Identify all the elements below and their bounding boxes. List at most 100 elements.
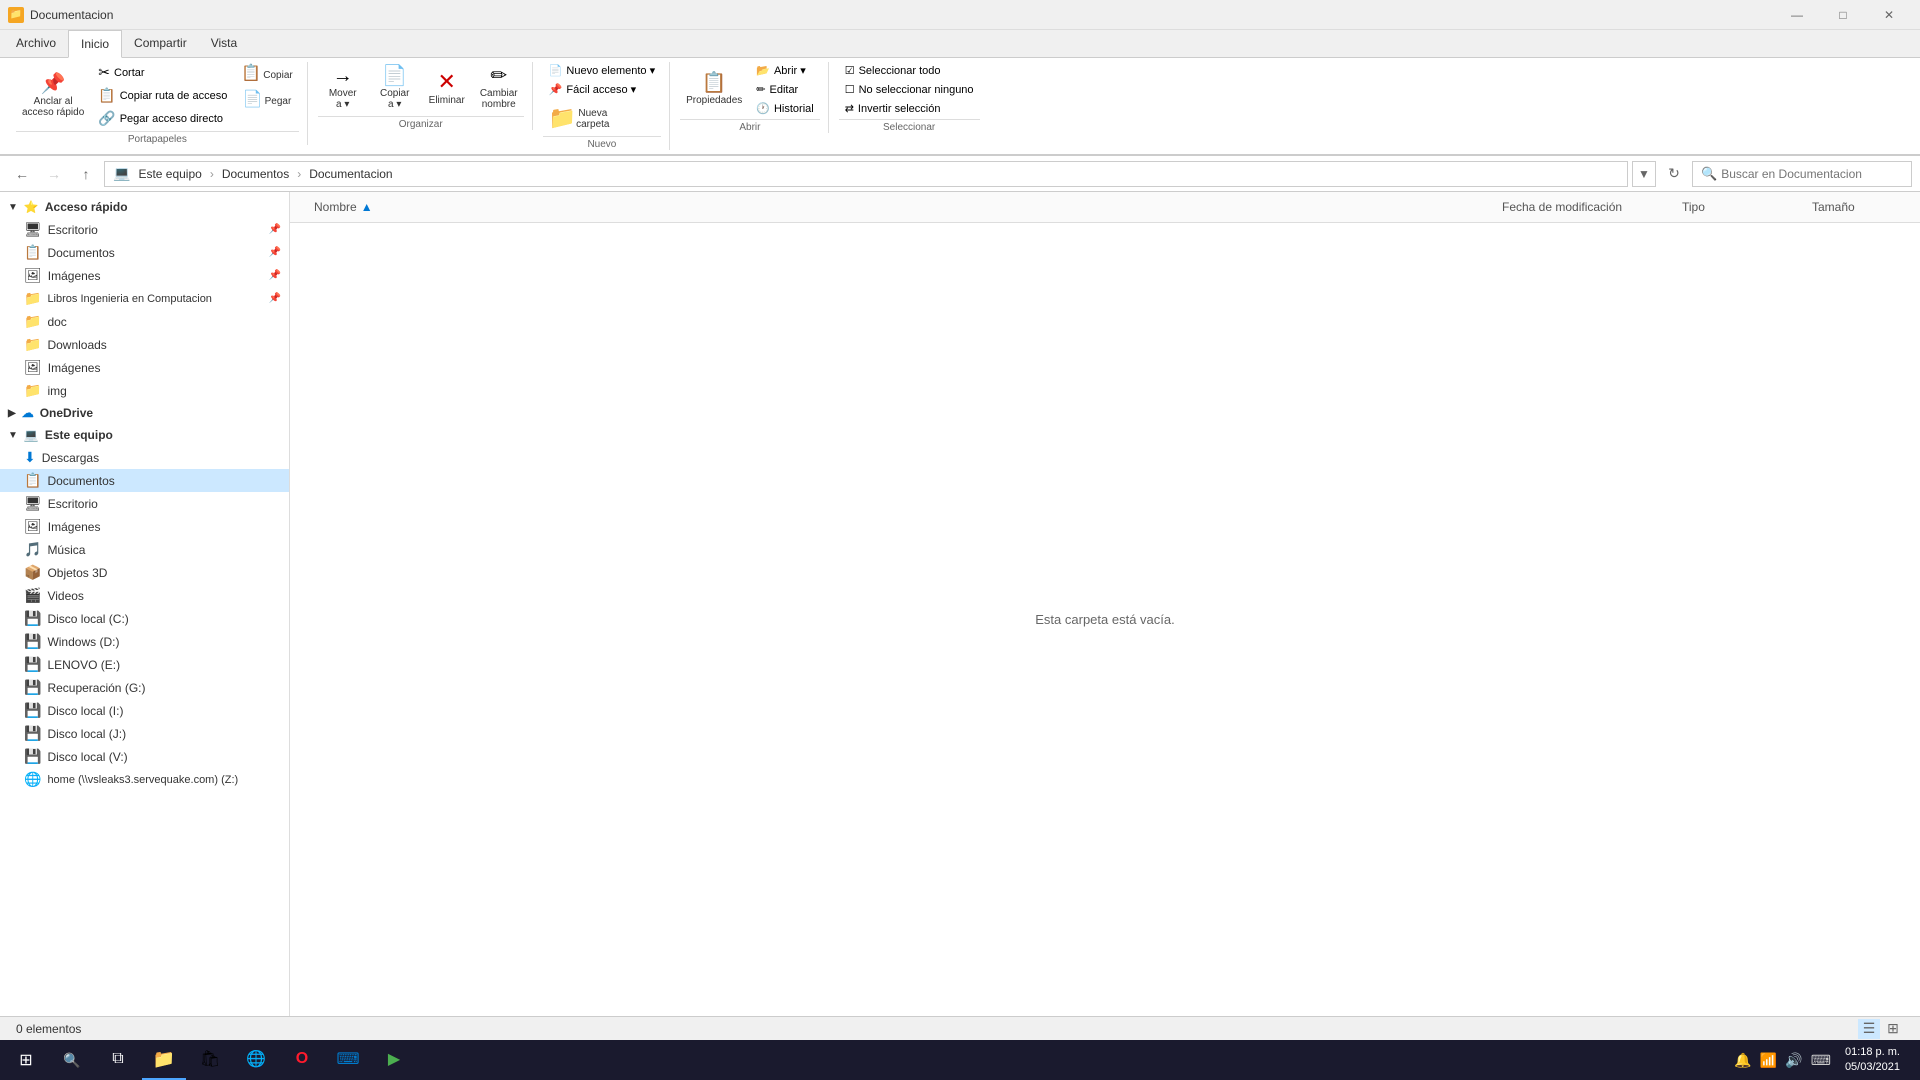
- col-header-tamano[interactable]: Tamaño: [1804, 196, 1904, 218]
- col-header-fecha[interactable]: Fecha de modificación: [1494, 196, 1674, 218]
- folder-icon: 📁: [24, 336, 41, 353]
- disco-i-icon: 💾: [24, 702, 41, 719]
- rename-button[interactable]: ✏ Cambiarnombre: [474, 62, 524, 114]
- history-button[interactable]: 🕐 Historial: [750, 100, 819, 117]
- sidebar-item-escritorio-pinned[interactable]: 🖥 Escritorio 📌: [0, 218, 289, 241]
- chevron-down-icon: ▼: [8, 430, 18, 441]
- sidebar-item-disco-v[interactable]: 💾 Disco local (V:): [0, 745, 289, 768]
- sidebar-item-downloads[interactable]: 📁 Downloads: [0, 333, 289, 356]
- edit-button[interactable]: ✏ Editar: [750, 81, 819, 98]
- sidebar-item-doc[interactable]: 📁 doc: [0, 310, 289, 333]
- copy-path-button[interactable]: 📋 Copiar ruta de acceso: [92, 85, 233, 106]
- search-box[interactable]: 🔍: [1692, 161, 1912, 187]
- sidebar-item-windows-d[interactable]: 💾 Windows (D:): [0, 630, 289, 653]
- lenovo-e-icon: 💾: [24, 656, 41, 673]
- sidebar-item-objetos3d[interactable]: 📦 Objetos 3D: [0, 561, 289, 584]
- col-header-tipo[interactable]: Tipo: [1674, 196, 1804, 218]
- sidebar-item-escritorio-eq[interactable]: 🖥 Escritorio: [0, 492, 289, 515]
- sidebar-item-imagenes-eq[interactable]: 🖼 Imágenes: [0, 515, 289, 538]
- copy-to-button[interactable]: 📄 Copiara ▾: [370, 62, 420, 114]
- properties-button[interactable]: 📋 Propiedades: [680, 62, 748, 117]
- sidebar-item-musica[interactable]: 🎵 Música: [0, 538, 289, 561]
- task-view-button[interactable]: ⧉: [96, 1040, 140, 1080]
- pin-quick-access-button[interactable]: 📌 Anclar alacceso rápido: [16, 62, 90, 129]
- paste-button[interactable]: 📄 Pegar: [237, 88, 298, 112]
- move-button[interactable]: → Movera ▾: [318, 62, 368, 114]
- copy-to-icon: 📄: [382, 66, 407, 86]
- easy-access-button[interactable]: 📌 Fácil acceso ▾: [543, 81, 642, 98]
- tab-archivo[interactable]: Archivo: [4, 30, 68, 57]
- sidebar-item-documentos-pinned[interactable]: 📋 Documentos 📌: [0, 241, 289, 264]
- vscode-taskbar-button[interactable]: ⌨: [326, 1040, 370, 1080]
- windows-icon: ⊞: [19, 1050, 32, 1070]
- ribbon-group-buttons-nuevo: 📄 Nuevo elemento ▾ 📌 Fácil acceso ▾ 📁 Nu…: [543, 62, 661, 134]
- select-all-button[interactable]: ☑ Seleccionar todo: [839, 62, 980, 79]
- address-dropdown-button[interactable]: ▼: [1632, 161, 1656, 187]
- taskbar-clock[interactable]: 01:18 p. m. 05/03/2021: [1837, 1045, 1908, 1076]
- select-none-button[interactable]: ☐ No seleccionar ninguno: [839, 81, 980, 98]
- path-segment-equipo[interactable]: Este equipo: [134, 165, 205, 183]
- new-element-button[interactable]: 📄 Nuevo elemento ▾: [543, 62, 661, 79]
- path-segment-documentacion[interactable]: Documentacion: [305, 165, 396, 183]
- sidebar-item-documentos-eq[interactable]: 📋 Documentos: [0, 469, 289, 492]
- delete-button[interactable]: ✕ Eliminar: [422, 62, 472, 114]
- path-segment-documentos[interactable]: Documentos: [218, 165, 293, 183]
- tray-icon-2[interactable]: 📶: [1758, 1050, 1779, 1071]
- tab-inicio[interactable]: Inicio: [68, 30, 122, 58]
- este-equipo-label: Este equipo: [45, 428, 113, 442]
- taskbar-search-button[interactable]: 🔍: [50, 1040, 94, 1080]
- sidebar-item-disco-j[interactable]: 💾 Disco local (J:): [0, 722, 289, 745]
- clock-date: 05/03/2021: [1845, 1060, 1900, 1075]
- back-button[interactable]: ←: [8, 160, 36, 188]
- edge-taskbar-button[interactable]: 🌐: [234, 1040, 278, 1080]
- new-folder-button[interactable]: 📁 Nuevacarpeta: [543, 102, 616, 134]
- tray-icon-1[interactable]: 🔔: [1732, 1050, 1753, 1071]
- sidebar-section-este-equipo[interactable]: ▼ 💻 Este equipo: [0, 424, 289, 446]
- col-header-nombre[interactable]: Nombre ▲: [306, 196, 1494, 218]
- address-path[interactable]: 💻 Este equipo › Documentos › Documentaci…: [104, 161, 1628, 187]
- sidebar-item-recuperacion-g[interactable]: 💾 Recuperación (G:): [0, 676, 289, 699]
- paste-shortcut-button[interactable]: 🔗 Pegar acceso directo: [92, 108, 233, 129]
- refresh-button[interactable]: ↻: [1660, 160, 1688, 188]
- minimize-button[interactable]: —: [1774, 0, 1820, 30]
- sidebar-item-videos[interactable]: 🎬 Videos: [0, 584, 289, 607]
- detail-view-button[interactable]: ⊞: [1882, 1019, 1904, 1039]
- close-button[interactable]: ✕: [1866, 0, 1912, 30]
- maximize-button[interactable]: □: [1820, 0, 1866, 30]
- sidebar-item-libros[interactable]: 📁 Libros Ingenieria en Computacion 📌: [0, 287, 289, 310]
- item-count: 0 elementos: [16, 1022, 81, 1036]
- file-explorer-taskbar-button[interactable]: 📁: [142, 1040, 186, 1080]
- sidebar-item-img[interactable]: 📁 img: [0, 379, 289, 402]
- sidebar-item-disco-i[interactable]: 💾 Disco local (I:): [0, 699, 289, 722]
- cut-button[interactable]: ✂ Cortar: [92, 62, 233, 83]
- opera-taskbar-button[interactable]: O: [280, 1040, 324, 1080]
- sidebar-item-disco-c[interactable]: 💾 Disco local (C:): [0, 607, 289, 630]
- store-taskbar-button[interactable]: 🛍: [188, 1040, 232, 1080]
- tray-icon-4[interactable]: ⌨: [1809, 1050, 1833, 1071]
- sidebar-item-home-z[interactable]: 🌐 home (\\vsleaks3.servequake.com) (Z:): [0, 768, 289, 791]
- start-button[interactable]: ⊞: [4, 1040, 48, 1080]
- easy-access-icon: 📌: [549, 83, 563, 96]
- forward-button[interactable]: →: [40, 160, 68, 188]
- sidebar-section-acceso-rapido[interactable]: ▼ ⭐ Acceso rápido: [0, 196, 289, 218]
- copy-button[interactable]: 📋 Copiar: [235, 62, 298, 86]
- sidebar-item-label: Imágenes: [48, 269, 101, 283]
- sidebar-item-lenovo-e[interactable]: 💾 LENOVO (E:): [0, 653, 289, 676]
- ribbon-tabs: Archivo Inicio Compartir Vista: [0, 30, 1920, 58]
- ribbon-group-abrir: 📋 Propiedades 📂 Abrir ▾ ✏ Editar 🕐 Histo…: [672, 62, 829, 133]
- sidebar-item-imagenes2[interactable]: 🖼 Imágenes: [0, 356, 289, 379]
- search-input[interactable]: [1721, 167, 1903, 181]
- list-view-button[interactable]: ☰: [1858, 1019, 1880, 1039]
- imagenes-icon: 🖼: [24, 267, 42, 284]
- open-button[interactable]: 📂 Abrir ▾: [750, 62, 819, 79]
- app6-taskbar-button[interactable]: ▶: [372, 1040, 416, 1080]
- sidebar-item-descargas[interactable]: ⬇ Descargas: [0, 446, 289, 469]
- tray-icon-3[interactable]: 🔊: [1783, 1050, 1804, 1071]
- sidebar: ▼ ⭐ Acceso rápido 🖥 Escritorio 📌 📋 Docum…: [0, 192, 290, 1016]
- sidebar-item-imagenes-pinned[interactable]: 🖼 Imágenes 📌: [0, 264, 289, 287]
- tab-vista[interactable]: Vista: [199, 30, 249, 57]
- tab-compartir[interactable]: Compartir: [122, 30, 199, 57]
- invert-selection-button[interactable]: ⇄ Invertir selección: [839, 100, 980, 117]
- up-button[interactable]: ↑: [72, 160, 100, 188]
- sidebar-section-onedrive[interactable]: ▶ ☁ OneDrive: [0, 402, 289, 424]
